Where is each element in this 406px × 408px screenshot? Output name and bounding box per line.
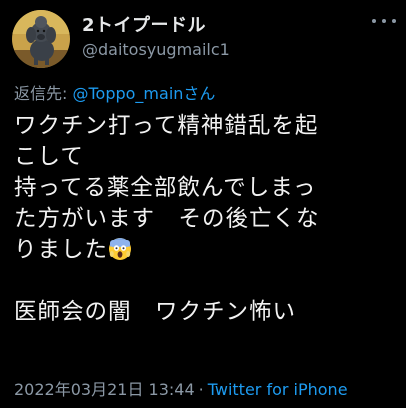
tweet-body-line: た方がいます その後亡くな xyxy=(14,206,320,232)
tweet-metadata: 2022年03月21日 13:44 · Twitter for iPhone xyxy=(14,376,348,400)
meta-separator: · xyxy=(198,380,204,399)
tweet-body-line: 医師会の闇 ワクチン怖い xyxy=(14,299,297,325)
tweet-body-line-text: りました xyxy=(14,237,109,263)
tweet-body-blank-line xyxy=(14,266,398,297)
reply-mention-link[interactable]: @Toppo_main xyxy=(72,84,183,103)
face-screaming-in-fear-emoji xyxy=(108,237,132,261)
tweet-body-line: こして xyxy=(14,144,84,170)
more-dot xyxy=(392,19,396,23)
tweet-timestamp[interactable]: 2022年03月21日 13:44 xyxy=(14,380,195,399)
tweet-source-link[interactable]: Twitter for iPhone xyxy=(208,380,348,399)
tweet: 2トイプードル @daitosyugmailc1 返信先: @Toppo_mai… xyxy=(0,0,406,408)
reply-to-line: 返信先: @Toppo_mainさん xyxy=(14,80,215,104)
tweet-body-line: 持ってる薬全部飲んでしまっ xyxy=(14,175,317,201)
reply-mention-suffix: さん xyxy=(183,84,216,103)
author-display-name[interactable]: 2トイプードル xyxy=(82,11,206,37)
poodle-avatar-icon[interactable] xyxy=(12,10,70,68)
reply-to-prefix: 返信先: xyxy=(14,84,73,103)
tweet-body-line: ワクチン打って精神錯乱を起 xyxy=(14,113,319,139)
more-dot xyxy=(382,19,386,23)
tweet-body-line-with-emoji: りました xyxy=(14,235,398,266)
more-options-icon[interactable] xyxy=(372,14,396,28)
more-dot xyxy=(372,19,376,23)
author-handle[interactable]: @daitosyugmailc1 xyxy=(82,40,230,59)
tweet-body: ワクチン打って精神錯乱を起 こして 持ってる薬全部飲んでしまっ た方がいます そ… xyxy=(14,111,398,328)
